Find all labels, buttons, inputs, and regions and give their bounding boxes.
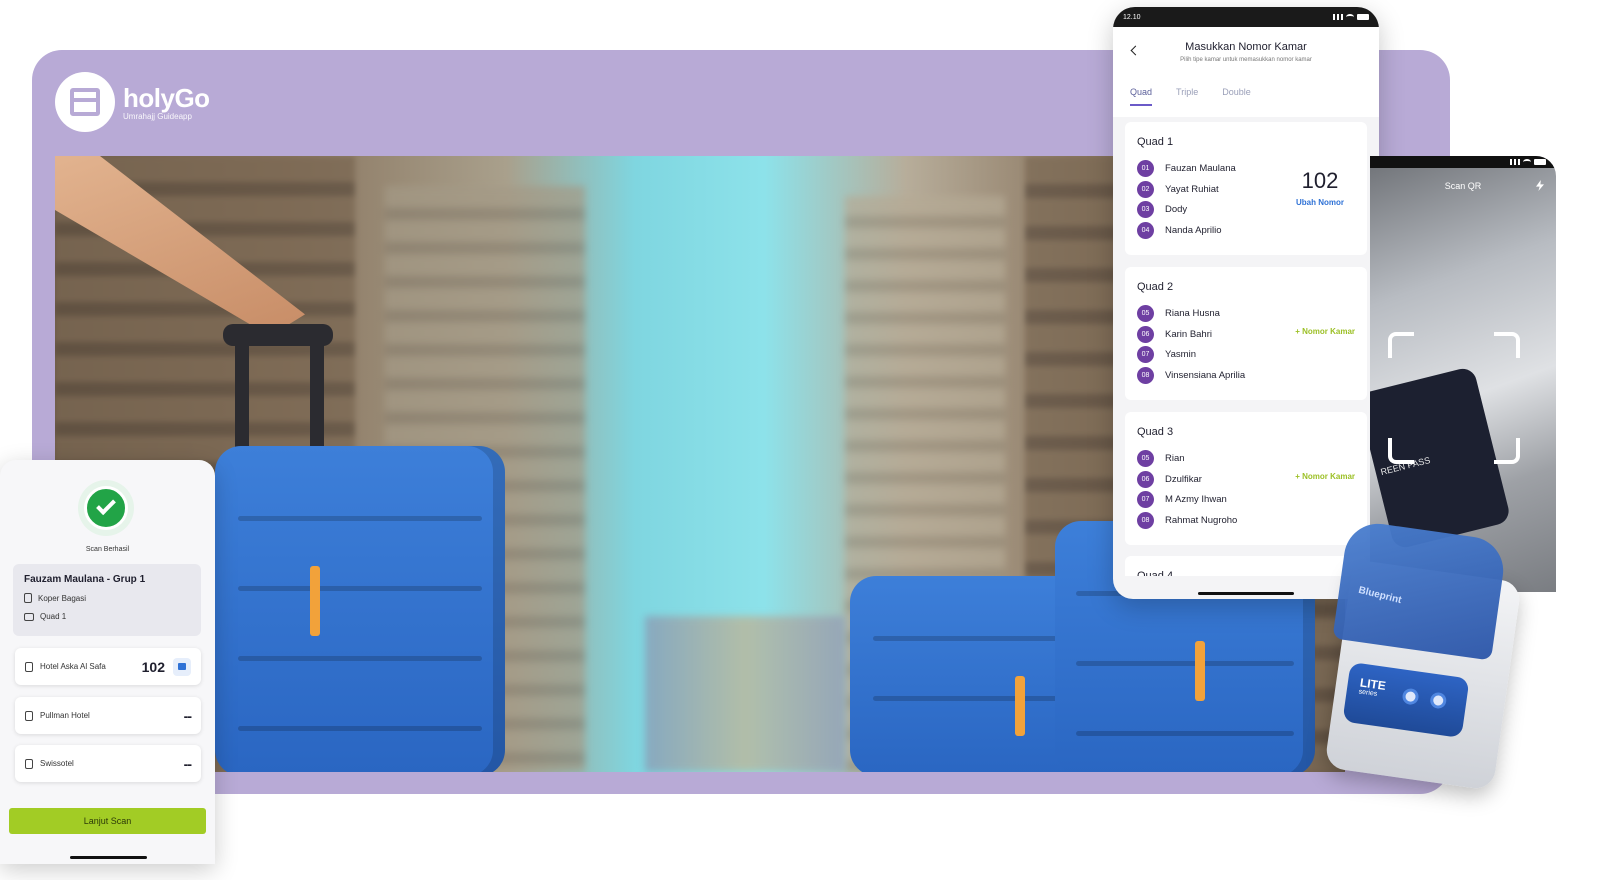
hotel-name: Hotel Aska Al Safa: [40, 662, 106, 671]
bed-icon: [24, 612, 34, 621]
hotel-room-number: --: [183, 707, 192, 724]
pilgrim-info-card: Fauzam Maulana - Grup 1 Koper Bagasi Qua…: [13, 564, 201, 636]
hotel-row[interactable]: Hotel Aska Al Safa 102: [15, 648, 201, 685]
scan-frame-corner: [1388, 438, 1414, 464]
building-icon: [25, 661, 33, 672]
member-name: Yasmin: [1165, 349, 1196, 361]
member-number: 01: [1137, 159, 1154, 177]
list-item: 04 Nanda Aprilio: [1137, 220, 1355, 241]
member-name: Dzulfikar: [1165, 473, 1202, 485]
scan-frame-corner: [1494, 438, 1520, 464]
signal-icon: [1333, 14, 1343, 20]
member-number: 08: [1137, 511, 1154, 529]
wifi-icon: [1346, 14, 1354, 20]
add-room-number-button[interactable]: + Nomor Kamar: [1295, 327, 1355, 336]
suitcase-image: [215, 446, 505, 772]
battery-icon: [1357, 14, 1369, 20]
home-indicator: [1198, 592, 1294, 595]
page-title: Masukkan Nomor Kamar: [1185, 41, 1307, 53]
print-button[interactable]: [173, 657, 191, 676]
room-type-tabs: Quad Triple Double: [1130, 87, 1251, 106]
brand-tagline: Umrahajj Guideapp: [123, 111, 192, 121]
member-name: Yayat Ruhiat: [1165, 183, 1219, 195]
check-icon: [96, 495, 116, 516]
member-name: Rian: [1165, 452, 1185, 464]
room-number-screen: 12.10 Masukkan Nomor Kamar Pilih tipe ka…: [1113, 7, 1379, 599]
tab-double[interactable]: Double: [1222, 87, 1251, 106]
room-group-card: Quad 1 01 Fauzan Maulana 02 Yayat Ruhiat 0…: [1125, 122, 1367, 255]
hotel-room-number: 102: [141, 658, 165, 675]
member-number: 08: [1137, 366, 1154, 384]
member-name: Fauzan Maulana: [1165, 162, 1236, 174]
member-name: M Azmy Ihwan: [1165, 494, 1227, 506]
list-item: 05 Rian: [1137, 448, 1355, 469]
status-bar: 12.10: [1113, 7, 1379, 27]
list-item: 05 Riana Husna: [1137, 303, 1355, 324]
page-subtitle: Pilih tipe kamar untuk memasukkan nomor …: [1180, 57, 1312, 63]
room-group-card: Quad 2 05 Riana Husna 06 Karin Bahri 07 Yas…: [1125, 267, 1367, 400]
list-item: 08 Vinsensiana Aprilia: [1137, 365, 1355, 386]
home-indicator: [70, 856, 147, 859]
group-title: Quad 3: [1137, 426, 1174, 438]
member-number: 05: [1137, 449, 1154, 467]
pilgrim-name: Fauzam Maulana - Grup 1: [24, 574, 146, 585]
screen-header: Masukkan Nomor Kamar Pilih tipe kamar un…: [1113, 27, 1379, 117]
building-icon: [25, 758, 33, 769]
room-group-card: Quad 3 05 Rian 06 Dzulfikar 07 M Azmy Ihwan…: [1125, 412, 1367, 545]
scan-frame-corner: [1388, 332, 1414, 358]
hotel-row[interactable]: Pullman Hotel --: [15, 697, 201, 734]
member-number: 07: [1137, 491, 1154, 509]
tab-quad[interactable]: Quad: [1130, 87, 1153, 106]
scan-status-label: Scan Berhasil: [85, 546, 130, 553]
scanner-title: Scan QR: [1444, 181, 1482, 191]
scan-frame-corner: [1494, 332, 1520, 358]
member-number: 02: [1137, 180, 1154, 198]
list-item: 08 Rahmat Nugroho: [1137, 510, 1355, 531]
member-name: Riana Husna: [1165, 307, 1220, 319]
item-label: Koper Bagasi: [38, 593, 87, 603]
list-item: 07 Yasmin: [1137, 344, 1355, 365]
member-name: Dody: [1165, 204, 1188, 216]
room-type-label: Quad 1: [40, 612, 67, 621]
signal-icon: [1510, 159, 1520, 165]
member-name: Karin Bahri: [1165, 328, 1212, 340]
member-number: 07: [1137, 346, 1154, 364]
building-icon: [25, 710, 33, 721]
printer-icon: [178, 663, 186, 670]
hotel-name: Swissotel: [40, 759, 74, 768]
hotel-room-number: --: [183, 755, 192, 772]
member-name: Rahmat Nugroho: [1165, 514, 1238, 526]
group-title: Quad 2: [1137, 281, 1174, 293]
hotel-row[interactable]: Swissotel --: [15, 745, 201, 782]
member-number: 06: [1137, 470, 1154, 488]
room-number: 102: [1301, 168, 1339, 193]
scan-result-screen: Scan Berhasil Fauzam Maulana - Grup 1 Ko…: [0, 460, 215, 864]
brand-name: holyGo: [123, 82, 210, 113]
success-badge: [78, 480, 134, 536]
member-name: Nanda Aprilio: [1165, 224, 1222, 236]
tab-triple[interactable]: Triple: [1176, 87, 1198, 106]
hotel-name: Pullman Hotel: [40, 711, 90, 720]
group-title: Quad 1: [1137, 136, 1174, 148]
logo-mark-icon: [55, 72, 115, 132]
member-name: Vinsensiana Aprilia: [1165, 369, 1246, 381]
edit-room-number-link[interactable]: Ubah Nomor: [1285, 198, 1355, 207]
printer-button-icon: [1429, 691, 1448, 710]
member-number: 03: [1137, 201, 1154, 219]
member-number: 06: [1137, 325, 1154, 343]
continue-scan-button[interactable]: Lanjut Scan: [9, 808, 206, 834]
status-bar: [1370, 156, 1556, 168]
wifi-icon: [1523, 159, 1531, 165]
battery-icon: [1534, 159, 1546, 165]
brand-logo: holyGo Umrahajj Guideapp: [55, 72, 210, 132]
thermal-printer-image: Blueprint LITE series: [1324, 519, 1522, 791]
list-item: 07 M Azmy Ihwan: [1137, 489, 1355, 510]
luggage-icon: [24, 593, 32, 603]
member-number: 05: [1137, 304, 1154, 322]
printer-button-icon: [1401, 687, 1420, 706]
status-time: 12.10: [1123, 13, 1141, 21]
member-number: 04: [1137, 221, 1154, 239]
add-room-number-button[interactable]: + Nomor Kamar: [1295, 472, 1355, 481]
